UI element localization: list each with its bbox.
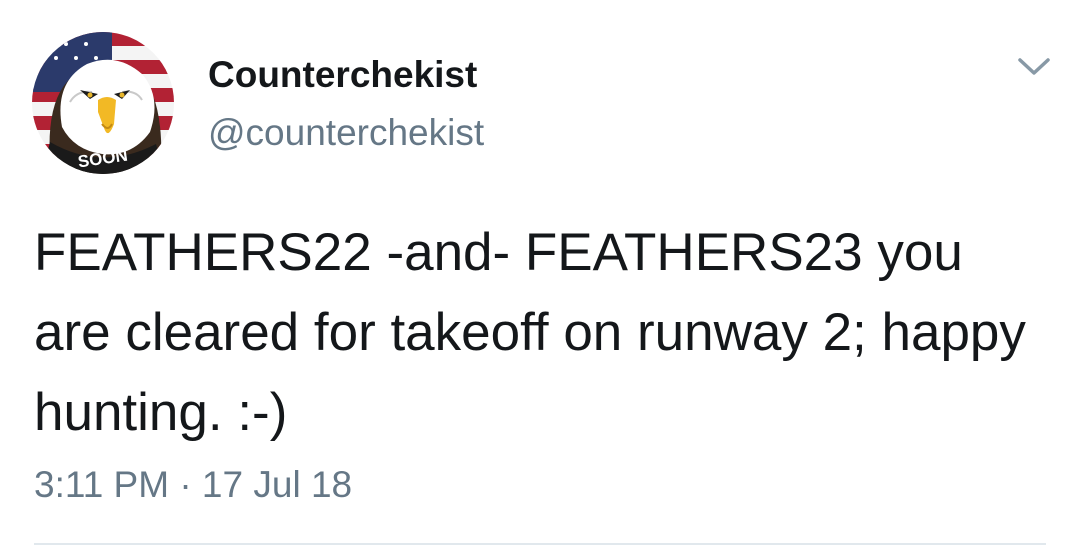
eagle-icon: SOON <box>32 32 174 174</box>
avatar[interactable]: SOON <box>32 32 174 174</box>
tweet-menu-button[interactable] <box>1014 52 1054 82</box>
handle[interactable]: @counterchekist <box>208 110 484 156</box>
tweet-timestamp[interactable]: 3:11 PM · 17 Jul 18 <box>34 462 352 508</box>
tweet-card: SOON Counterchekist @counterchekist FEAT… <box>0 0 1080 557</box>
display-name[interactable]: Counterchekist <box>208 52 477 98</box>
chevron-down-icon <box>1018 58 1050 75</box>
divider <box>34 543 1046 545</box>
tweet-text: FEATHERS22 -and- FEATHERS23 you are clea… <box>34 223 1026 442</box>
